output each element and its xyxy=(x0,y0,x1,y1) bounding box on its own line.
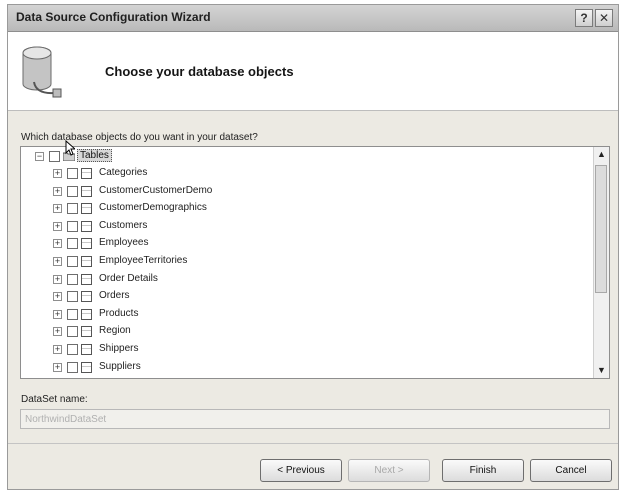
cancel-button[interactable]: Cancel xyxy=(530,459,612,482)
table-checkbox[interactable] xyxy=(67,361,78,373)
table-icon xyxy=(81,168,92,179)
collapse-icon[interactable]: − xyxy=(35,152,44,161)
tree-item-label: Region xyxy=(99,325,131,337)
previous-button[interactable]: < Previous xyxy=(260,459,342,482)
expand-icon[interactable]: + xyxy=(53,309,62,319)
tree-item-label: EmployeeTerritories xyxy=(99,255,188,266)
tree-item-label: CustomerCustomerDemo xyxy=(99,184,213,196)
table-checkbox[interactable] xyxy=(67,185,78,197)
scroll-up-icon[interactable]: ▲ xyxy=(594,147,609,162)
table-icon xyxy=(81,291,92,303)
wizard-window: Data Source Configuration Wizard ? ✕ Cho… xyxy=(7,4,619,490)
database-icon xyxy=(22,46,62,98)
table-icon xyxy=(81,238,92,250)
tree-item-label: Customers xyxy=(99,219,148,231)
scroll-down-icon[interactable]: ▼ xyxy=(594,363,609,378)
table-checkbox[interactable] xyxy=(67,326,78,338)
expand-icon[interactable]: + xyxy=(53,169,62,178)
expand-icon[interactable]: + xyxy=(53,221,62,231)
table-checkbox[interactable] xyxy=(67,308,78,320)
expand-icon[interactable]: + xyxy=(53,257,62,266)
table-icon xyxy=(81,326,92,338)
table-checkbox[interactable] xyxy=(67,203,78,215)
table-checkbox[interactable] xyxy=(67,291,78,303)
tree-item-label: Categories xyxy=(99,167,148,178)
expand-icon[interactable]: + xyxy=(53,327,62,337)
table-checkbox[interactable] xyxy=(67,238,78,250)
table-icon xyxy=(81,203,92,215)
page-title: Choose your database objects xyxy=(105,64,294,79)
mouse-cursor-icon xyxy=(65,140,75,156)
dataset-name-label: DataSet name: xyxy=(21,394,88,405)
divider xyxy=(8,443,618,444)
tree-root-label[interactable]: Tables xyxy=(77,149,112,162)
help-button[interactable]: ? xyxy=(575,9,593,27)
table-checkbox[interactable] xyxy=(67,273,78,285)
table-checkbox[interactable] xyxy=(67,344,78,355)
table-icon xyxy=(81,361,92,373)
table-icon xyxy=(81,273,92,285)
table-checkbox[interactable] xyxy=(67,256,78,267)
table-icon xyxy=(81,220,92,232)
next-button[interactable]: Next > xyxy=(348,459,430,482)
dataset-name-field[interactable] xyxy=(20,409,610,429)
tree-item-label: Suppliers xyxy=(99,360,141,372)
table-icon xyxy=(81,344,92,355)
tree-scrollbar[interactable]: ▲ ▼ xyxy=(593,147,609,378)
scroll-thumb[interactable] xyxy=(595,165,607,293)
database-objects-tree[interactable]: − Tables + Categories + CustomerCustomerDem… xyxy=(20,146,610,379)
expand-icon[interactable]: + xyxy=(53,239,62,249)
tables-checkbox[interactable] xyxy=(49,151,60,162)
expand-icon[interactable]: + xyxy=(53,186,62,196)
expand-icon[interactable]: + xyxy=(53,345,62,354)
tree-item-label: Shippers xyxy=(99,343,139,354)
table-checkbox[interactable] xyxy=(67,220,78,232)
expand-icon[interactable]: + xyxy=(53,292,62,302)
tree-item-label: Order Details xyxy=(99,272,158,284)
objects-prompt: Which database objects do you want in yo… xyxy=(21,132,258,143)
tree-item-label: Orders xyxy=(99,290,130,302)
table-icon xyxy=(81,256,92,267)
expand-icon[interactable]: + xyxy=(53,362,62,372)
table-icon xyxy=(81,185,92,197)
expand-icon[interactable]: + xyxy=(53,274,62,284)
tree-item-label: CustomerDemographics xyxy=(99,202,207,214)
expand-icon[interactable]: + xyxy=(53,204,62,214)
wizard-header: Choose your database objects xyxy=(8,32,618,111)
tree-item-label: Employees xyxy=(99,237,149,249)
title-bar: Data Source Configuration Wizard ? ✕ xyxy=(8,5,618,32)
table-checkbox[interactable] xyxy=(67,168,78,179)
window-title: Data Source Configuration Wizard xyxy=(16,10,211,24)
finish-button[interactable]: Finish xyxy=(442,459,524,482)
close-button[interactable]: ✕ xyxy=(595,9,613,27)
tree-item-label: Products xyxy=(99,307,139,319)
table-icon xyxy=(81,308,92,320)
